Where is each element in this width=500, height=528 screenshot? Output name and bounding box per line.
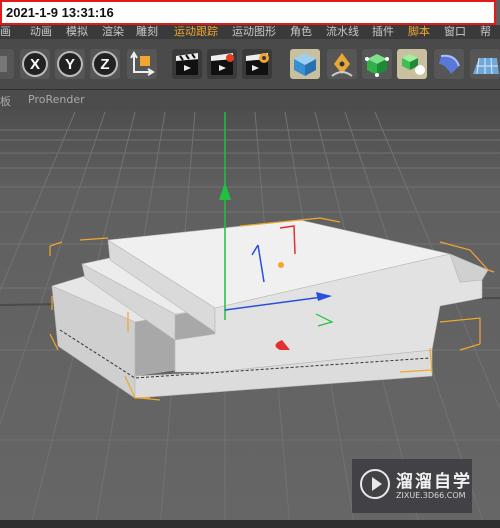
tool-icon <box>0 56 7 72</box>
coordinate-system-button[interactable] <box>127 49 157 79</box>
pen-icon <box>331 53 353 77</box>
axis-y-button[interactable]: Y <box>55 49 85 79</box>
render-view-button[interactable] <box>172 49 202 79</box>
menu-item-simulate[interactable]: 模拟 <box>66 25 88 39</box>
menu-item-pipeline[interactable]: 流水线 <box>326 25 359 39</box>
timestamp-text: 2021-1-9 13:31:16 <box>6 5 114 20</box>
axis-x-button[interactable]: X <box>20 49 50 79</box>
menu-item-animation[interactable]: 动画 <box>30 25 52 39</box>
render-region-button[interactable] <box>207 49 237 79</box>
cube-button[interactable] <box>290 49 320 79</box>
floor-grid-icon <box>473 57 499 75</box>
watermark-subtitle: ZIXUE.3D66.COM <box>396 491 466 500</box>
menu-item-help[interactable]: 帮 <box>480 25 491 39</box>
timestamp-bar: 2021-1-9 13:31:16 <box>0 0 496 25</box>
tab-panel[interactable]: 板 <box>0 93 11 109</box>
menu-item-motion-tracking[interactable]: 运动跟踪 <box>174 25 218 39</box>
menu-item-plugins[interactable]: 插件 <box>372 25 394 39</box>
bottom-strip <box>0 520 500 528</box>
axis-x-icon: X <box>22 51 48 77</box>
menu-item-sculpt[interactable]: 雕刻 <box>136 25 158 39</box>
menu-item-character[interactable]: 角色 <box>290 25 312 39</box>
menu-bar: 画 动画 模拟 渲染 雕刻 运动跟踪 运动图形 角色 流水线 插件 脚本 窗口 … <box>0 25 500 39</box>
floor-button[interactable] <box>470 49 500 79</box>
clapperboard-region-icon <box>211 53 234 75</box>
subdivision-button[interactable] <box>362 49 392 79</box>
clapperboard-gear-icon <box>246 53 269 75</box>
bend-deformer-icon <box>439 54 460 74</box>
watermark: 溜溜自学 ZIXUE.3D66.COM <box>352 459 472 513</box>
coordinate-system-icon <box>130 51 155 76</box>
menu-item-1[interactable]: 画 <box>0 25 11 39</box>
menu-item-script[interactable]: 脚本 <box>408 25 430 39</box>
cloner-icon <box>402 54 425 75</box>
menu-item-window[interactable]: 窗口 <box>444 25 466 39</box>
cloner-button[interactable] <box>397 49 427 79</box>
menu-item-render[interactable]: 渲染 <box>102 25 124 39</box>
toolbar: X Y Z <box>0 39 500 90</box>
subdivision-cube-icon <box>365 54 389 77</box>
play-logo-icon <box>360 469 390 499</box>
viewport-tab-strip: 板 ProRender <box>0 90 500 110</box>
tab-prorender[interactable]: ProRender <box>28 93 85 106</box>
axis-z-button[interactable]: Z <box>90 49 120 79</box>
clapperboard-icon <box>176 53 198 75</box>
cube-icon <box>294 53 316 76</box>
axis-y-icon: Y <box>57 51 83 77</box>
watermark-title: 溜溜自学 <box>396 472 472 492</box>
prev-tool-button[interactable] <box>0 49 14 79</box>
axis-z-icon: Z <box>92 51 118 77</box>
menu-item-mograph[interactable]: 运动图形 <box>232 25 276 39</box>
pen-spline-button[interactable] <box>327 49 357 79</box>
deformer-button[interactable] <box>434 49 464 79</box>
render-settings-button[interactable] <box>242 49 272 79</box>
